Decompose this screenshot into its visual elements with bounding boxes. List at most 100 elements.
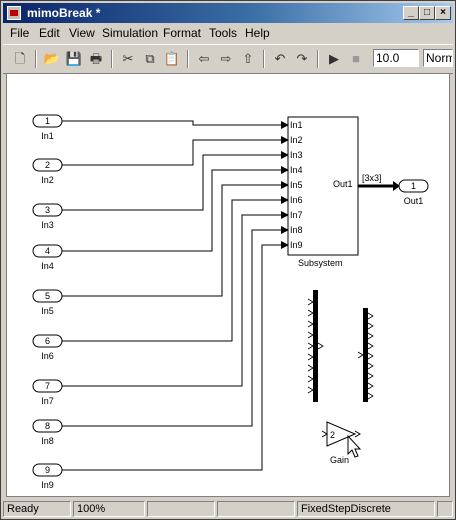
gain-input-port (321, 430, 328, 438)
forward-arrow-icon[interactable]: ⇨ (217, 50, 235, 68)
mux-output-port (367, 352, 374, 360)
subsystem-input-label: In1 (290, 120, 303, 130)
app-window: mimoBreak * _ □ × File Edit View Simulat… (0, 0, 456, 520)
block-diagram: 1 In1 2 In2 3 In3 4 In4 5 In5 6 In6 7 In7 8 In8 9 In9 In1… (32, 114, 429, 490)
inport-label: In1 (41, 131, 54, 141)
menu-file[interactable]: File (10, 26, 29, 40)
menu-tools[interactable]: Tools (209, 26, 237, 40)
subsystem-input-label: In8 (290, 225, 303, 235)
toolbar-separator (111, 50, 113, 68)
inport-label: In6 (41, 351, 54, 361)
new-model-icon[interactable]: 🗋 (11, 50, 29, 68)
demux-input-port (307, 309, 314, 317)
menu-bar: File Edit View Simulation Format Tools H… (3, 24, 453, 42)
mouse-cursor-icon (347, 434, 362, 458)
signal-line[interactable] (62, 120, 289, 129)
outport-number: 1 (411, 181, 416, 191)
paste-icon[interactable]: 📋 (163, 50, 181, 68)
signal-dimension-label: [3x3] (362, 173, 382, 183)
undo-icon[interactable]: ↶ (271, 50, 289, 68)
signal-line[interactable] (62, 136, 289, 166)
mux-output-port (367, 382, 374, 390)
resize-grip-icon[interactable] (437, 501, 453, 517)
inport-label: In9 (41, 480, 54, 490)
inport-blocks: 1 In1 2 In2 3 In3 4 In4 5 In5 6 In6 7 In7 8 In8 9 In9 (32, 114, 63, 490)
status-empty-1 (147, 501, 215, 517)
subsystem-input-label: In4 (290, 165, 303, 175)
demux-input-port (307, 386, 314, 394)
subsystem-input-label: In6 (290, 195, 303, 205)
signal-line[interactable] (62, 151, 289, 211)
inport-label: In7 (41, 396, 54, 406)
gain-label: Gain (330, 455, 349, 465)
signal-line[interactable] (62, 226, 289, 427)
inport-number: 9 (45, 465, 50, 475)
print-icon[interactable]: 🖶 (87, 50, 105, 68)
save-icon[interactable]: 💾 (65, 50, 83, 68)
subsystem-input-label: In2 (290, 135, 303, 145)
copy-icon[interactable]: ⧉ (141, 50, 159, 68)
gain-value: 2 (330, 430, 335, 440)
status-bar: Ready 100% FixedStepDiscrete (3, 500, 453, 518)
subsystem-output-label: Out1 (333, 179, 353, 189)
inport-number: 7 (45, 381, 50, 391)
status-state: Ready (3, 501, 71, 517)
minimize-button[interactable]: _ (403, 6, 419, 20)
toolbar-separator (187, 50, 189, 68)
inport-label: In3 (41, 220, 54, 230)
demux-input-port (307, 364, 314, 372)
menu-view[interactable]: View (69, 26, 95, 40)
inport-label: In2 (41, 175, 54, 185)
model-canvas[interactable]: 1 In1 2 In2 3 In3 4 In4 5 In5 6 In6 7 In7 8 In8 9 In9 In1… (6, 73, 450, 497)
demux-output-port (317, 342, 324, 350)
inport-number: 8 (45, 421, 50, 431)
demux-input-port (307, 298, 314, 306)
demux-input-port (307, 353, 314, 361)
signal-line[interactable] (62, 196, 289, 342)
up-arrow-icon[interactable]: ⇧ (239, 50, 257, 68)
menu-simulation[interactable]: Simulation (102, 26, 158, 40)
close-button[interactable]: × (435, 6, 451, 20)
signal-line[interactable] (62, 181, 289, 297)
menu-help[interactable]: Help (245, 26, 270, 40)
cut-icon[interactable]: ✂ (119, 50, 137, 68)
inport-number: 5 (45, 291, 50, 301)
mux-output-port (367, 332, 374, 340)
menu-edit[interactable]: Edit (39, 26, 60, 40)
stop-simulation-icon[interactable]: ■ (347, 50, 365, 68)
toolbar-separator (35, 50, 37, 68)
mux-output-port (367, 322, 374, 330)
signal-line[interactable] (62, 211, 289, 387)
outport-label: Out1 (404, 196, 424, 206)
mux-output-port (367, 362, 374, 370)
toolbar-separator (263, 50, 265, 68)
demux-input-port (307, 331, 314, 339)
back-arrow-icon[interactable]: ⇦ (195, 50, 213, 68)
simulation-mode-select[interactable]: Normal (423, 49, 453, 67)
inport-label: In5 (41, 306, 54, 316)
inport-number: 3 (45, 205, 50, 215)
mux-input-port (357, 351, 364, 359)
status-zoom: 100% (73, 501, 145, 517)
simulink-app-icon (7, 6, 21, 20)
status-solver: FixedStepDiscrete (297, 501, 435, 517)
menu-format[interactable]: Format (163, 26, 201, 40)
toolbar-separator (317, 50, 319, 68)
stop-time-input[interactable]: 10.0 (373, 49, 419, 67)
inport-number: 4 (45, 246, 50, 256)
demux-input-port (307, 375, 314, 383)
redo-icon[interactable]: ↷ (293, 50, 311, 68)
inport-number: 6 (45, 336, 50, 346)
start-simulation-icon[interactable]: ▶ (325, 50, 343, 68)
open-folder-icon[interactable]: 📂 (43, 50, 61, 68)
mux-output-port (367, 392, 374, 400)
inport-label: In4 (41, 261, 54, 271)
inport-number: 2 (45, 160, 50, 170)
maximize-button[interactable]: □ (419, 6, 435, 20)
signal-line[interactable] (62, 241, 289, 471)
inport-number: 1 (45, 116, 50, 126)
demux-input-port (307, 342, 314, 350)
title-bar: mimoBreak * _ □ × (3, 3, 453, 23)
mux-output-port (367, 342, 374, 350)
subsystem-input-label: In5 (290, 180, 303, 190)
